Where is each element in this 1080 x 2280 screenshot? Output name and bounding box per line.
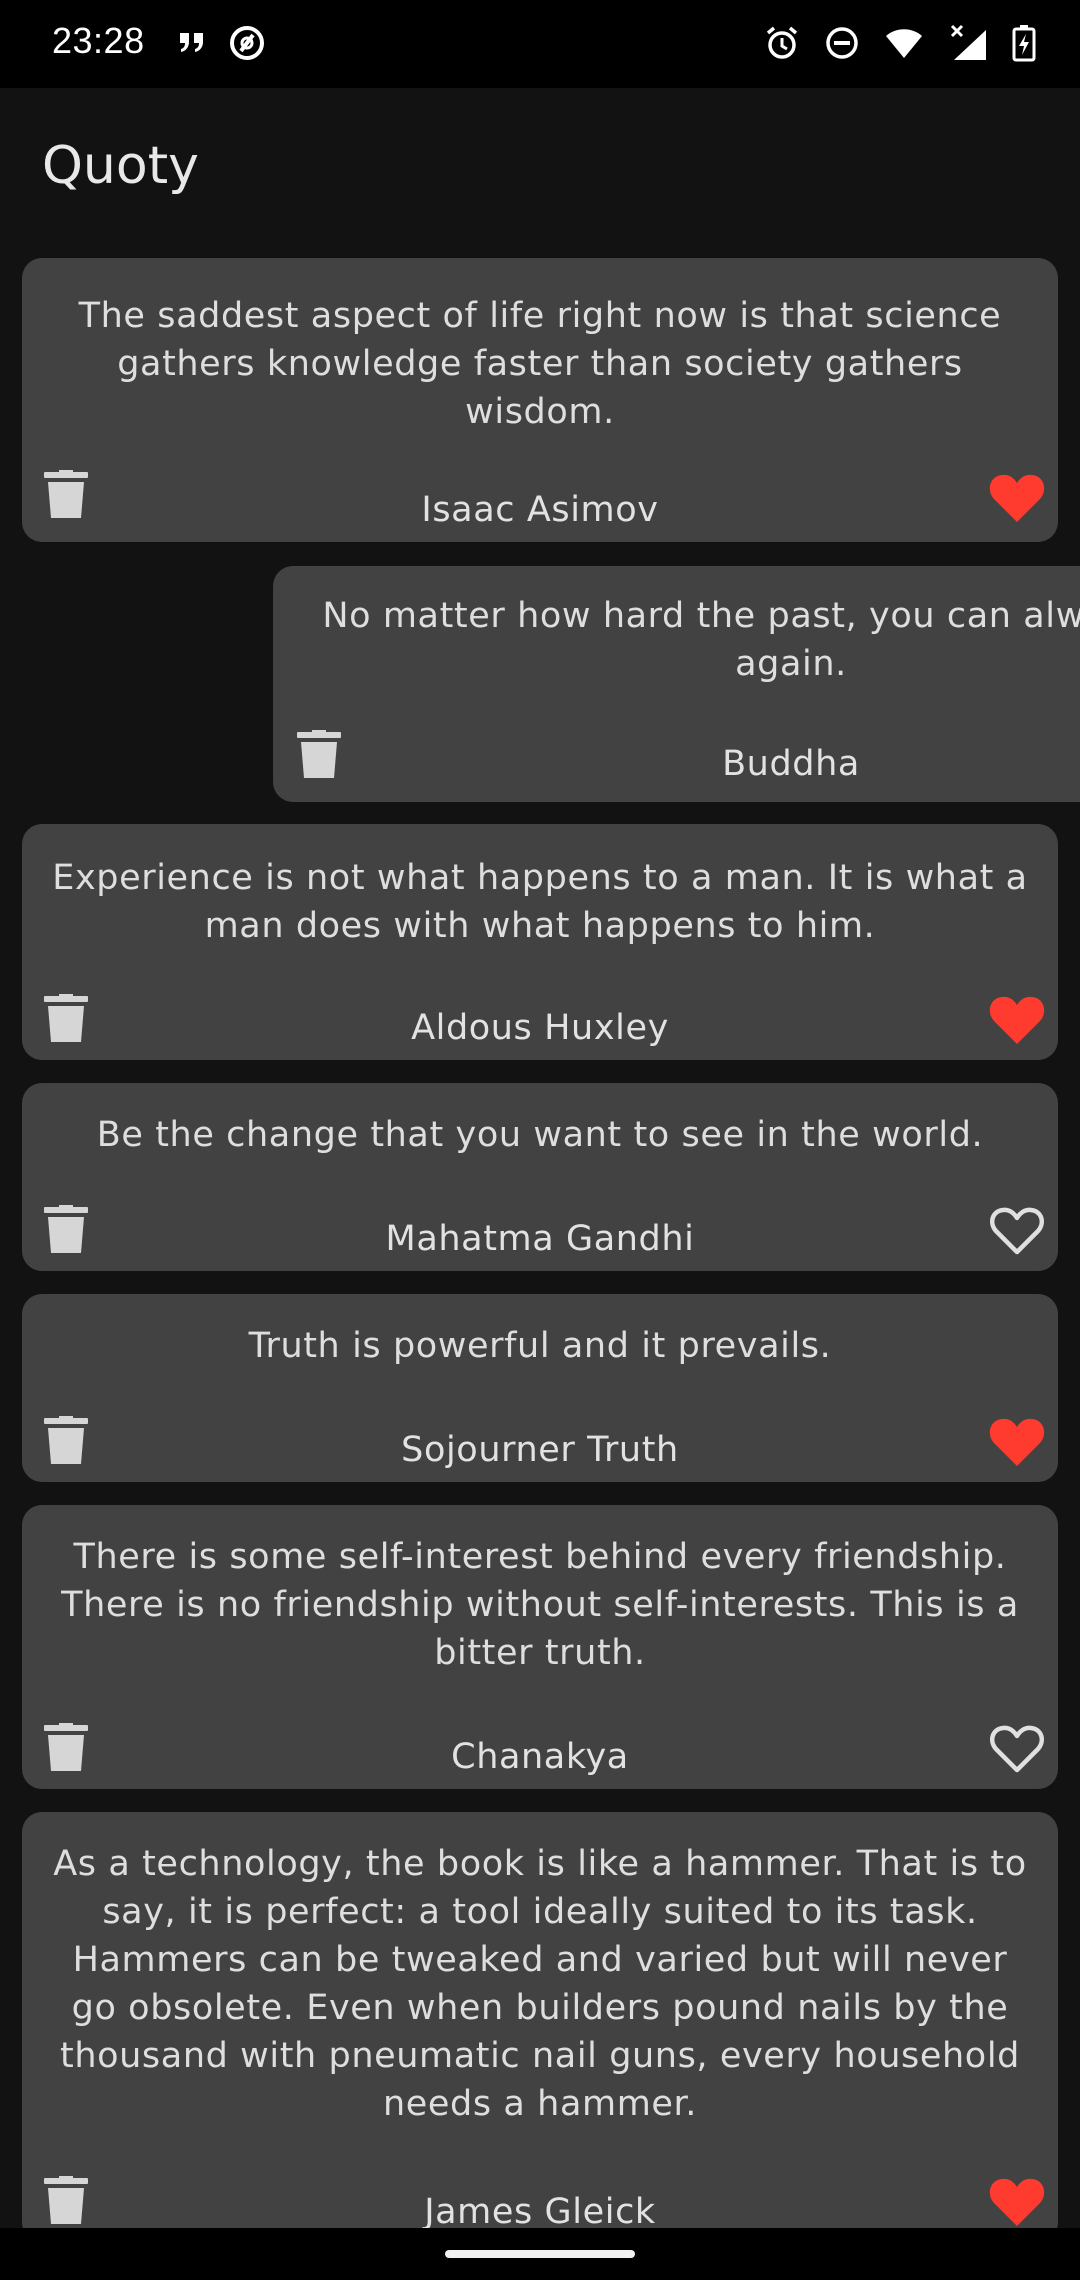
alarm-icon <box>766 26 798 59</box>
quote-card[interactable]: There is some self-interest behind every… <box>22 1505 1058 1789</box>
quote-text: Be the change that you want to see in th… <box>96 1115 984 1155</box>
quote-text: As a technology, the book is like a hamm… <box>53 1844 1027 2124</box>
quote-text: Truth is powerful and it prevails. <box>248 1326 832 1366</box>
do-not-disturb-icon <box>826 27 858 59</box>
app-bar: Quoty <box>0 88 1080 248</box>
status-right-icons <box>764 24 1036 62</box>
at-circle-icon <box>230 26 264 60</box>
quote-card[interactable]: The saddest aspect of life right now is … <box>22 258 1058 542</box>
home-gesture-handle[interactable] <box>445 2250 635 2258</box>
status-left-icons <box>178 24 266 62</box>
navigation-bar <box>0 2228 1080 2280</box>
quote-card[interactable]: Be the change that you want to see in th… <box>22 1083 1058 1271</box>
quote-author: Aldous Huxley <box>411 1008 669 1048</box>
battery-charging-icon <box>1012 25 1036 62</box>
wifi-icon <box>886 29 922 58</box>
status-bar: 23:28 <box>0 0 1080 88</box>
heart-filled-icon[interactable] <box>988 2176 1046 2228</box>
quote-card[interactable]: As a technology, the book is like a hamm… <box>22 1812 1058 2228</box>
quote-author: Buddha <box>722 744 860 784</box>
quote-card[interactable]: Truth is powerful and it prevails. Sojou… <box>22 1294 1058 1482</box>
quote-text: No matter how hard the past, you can alw… <box>322 596 1080 684</box>
quote-text: There is some self-interest behind every… <box>61 1537 1019 1673</box>
quote-author: Chanakya <box>451 1737 629 1777</box>
quote-author: Sojourner Truth <box>401 1430 679 1470</box>
quote-text: The saddest aspect of life right now is … <box>78 296 1002 432</box>
heart-outline-icon[interactable] <box>988 1205 1046 1257</box>
heart-filled-icon[interactable] <box>988 1416 1046 1468</box>
quote-card[interactable]: Experience is not what happens to a man.… <box>22 824 1058 1060</box>
app-title: Quoty <box>42 136 199 196</box>
quote-author: James Gleick <box>424 2192 656 2228</box>
quote-mark-icon <box>180 33 203 52</box>
status-time: 23:28 <box>52 20 145 61</box>
quote-author: Isaac Asimov <box>421 490 659 530</box>
quote-list[interactable]: The saddest aspect of life right now is … <box>0 248 1080 2228</box>
quote-card-swiped[interactable]: No matter how hard the past, you can alw… <box>273 566 1080 802</box>
heart-outline-icon[interactable] <box>988 1723 1046 1775</box>
signal-no-service-icon <box>950 24 986 60</box>
heart-filled-icon[interactable] <box>988 472 1046 524</box>
quote-text: Experience is not what happens to a man.… <box>52 858 1028 946</box>
heart-filled-icon[interactable] <box>988 994 1046 1046</box>
quote-author: Mahatma Gandhi <box>385 1219 695 1259</box>
